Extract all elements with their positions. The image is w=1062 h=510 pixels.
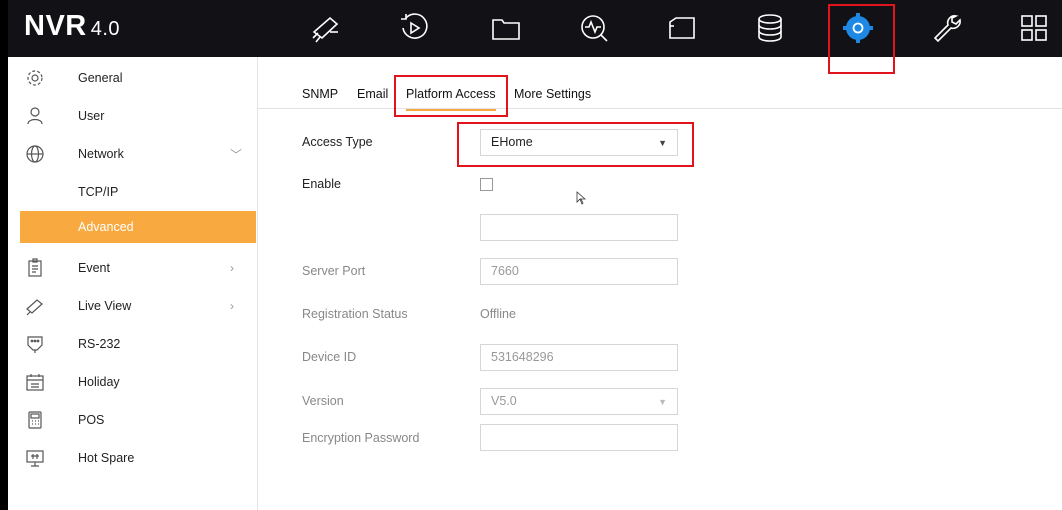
general-icon — [24, 67, 46, 89]
sidebar-item-hot-spare[interactable]: Hot Spare — [8, 439, 248, 477]
device-id-field[interactable]: 531648296 — [480, 344, 678, 371]
sidebar-item-label: POS — [78, 413, 105, 427]
dropdown-caret-icon: ▼ — [658, 397, 667, 407]
sidebar-item-label: RS-232 — [78, 337, 121, 351]
sidebar-item-holiday[interactable]: Holiday — [8, 363, 248, 401]
sidebar-item-live-view[interactable]: Live View › — [8, 287, 248, 325]
sidebar-item-general[interactable]: General — [8, 59, 248, 97]
sidebar-item-label: Live View — [78, 299, 132, 313]
sidebar-item-event[interactable]: Event › — [8, 249, 248, 287]
server-port-label: Server Port — [302, 264, 366, 278]
brand-logo: NVR 4.0 — [24, 10, 120, 43]
enable-checkbox[interactable] — [480, 178, 493, 191]
live-view-icon — [24, 295, 46, 317]
tab-bar: SNMP Email Platform Access More Settings — [258, 77, 1062, 111]
mouse-cursor-icon — [576, 191, 586, 205]
encryption-password-label: Encryption Password — [302, 431, 420, 445]
sidebar-item-rs232[interactable]: RS-232 — [8, 325, 248, 363]
chevron-right-icon: › — [230, 299, 234, 313]
menu-grid-icon[interactable] — [1014, 10, 1054, 46]
platform-access-highlight-box — [394, 75, 508, 117]
chevron-right-icon: › — [230, 261, 234, 275]
access-type-label: Access Type — [302, 135, 373, 149]
sidebar-item-label: Holiday — [78, 375, 120, 389]
maintenance-wrench-icon[interactable] — [926, 10, 966, 46]
sidebar-item-tcpip[interactable]: TCP/IP — [8, 173, 248, 211]
pos-icon — [24, 409, 46, 431]
sidebar-item-network[interactable]: Network ﹀ — [8, 135, 248, 173]
brand-block: NVR 4.0 — [0, 0, 248, 57]
brand-version: 4.0 — [90, 18, 121, 40]
network-globe-icon — [24, 143, 46, 165]
hot-spare-icon — [24, 447, 46, 469]
access-type-highlight-box — [457, 122, 694, 167]
sidebar: General User Network ﹀ TCP/IP Advanced E… — [0, 57, 258, 510]
sidebar-item-label: Network — [78, 147, 124, 161]
sidebar-item-label: TCP/IP — [78, 185, 119, 199]
live-view-icon[interactable] — [306, 10, 346, 46]
server-port-field[interactable]: 7660 — [480, 258, 678, 285]
version-select[interactable]: V5.0 ▼ — [480, 388, 678, 415]
holiday-calendar-icon — [24, 371, 46, 393]
sidebar-item-pos[interactable]: POS — [8, 401, 248, 439]
sidebar-item-advanced[interactable]: Advanced — [20, 211, 256, 243]
sidebar-item-user[interactable]: User — [8, 97, 248, 135]
sidebar-item-label: Event — [78, 261, 110, 275]
server-address-field[interactable] — [480, 214, 678, 241]
tab-snmp[interactable]: SNMP — [302, 87, 338, 101]
encryption-password-field[interactable] — [480, 424, 678, 451]
sidebar-item-label: User — [78, 109, 105, 123]
version-label: Version — [302, 394, 344, 408]
smart-analysis-icon[interactable] — [574, 10, 614, 46]
sidebar-item-label: Advanced — [78, 220, 134, 234]
top-bar: NVR 4.0 — [0, 0, 1062, 57]
tab-more-settings[interactable]: More Settings — [514, 87, 591, 101]
device-id-label: Device ID — [302, 350, 357, 364]
registration-status-value: Offline — [480, 307, 516, 321]
version-value: V5.0 — [491, 394, 517, 408]
brand-name: NVR — [24, 10, 87, 42]
chevron-down-icon: ﹀ — [230, 147, 243, 162]
user-icon — [24, 105, 46, 127]
gear-highlight-box — [828, 4, 895, 74]
storage-icon[interactable] — [750, 10, 790, 46]
playback-icon[interactable] — [394, 10, 434, 46]
enable-label: Enable — [302, 177, 341, 191]
tab-email[interactable]: Email — [357, 87, 388, 101]
file-management-icon[interactable] — [486, 10, 526, 46]
rs232-icon — [24, 333, 46, 355]
camera-icon[interactable] — [662, 10, 702, 46]
registration-status-label: Registration Status — [302, 307, 408, 321]
sidebar-item-label: Hot Spare — [78, 451, 135, 465]
event-icon — [24, 257, 46, 279]
sidebar-item-label: General — [78, 71, 123, 85]
